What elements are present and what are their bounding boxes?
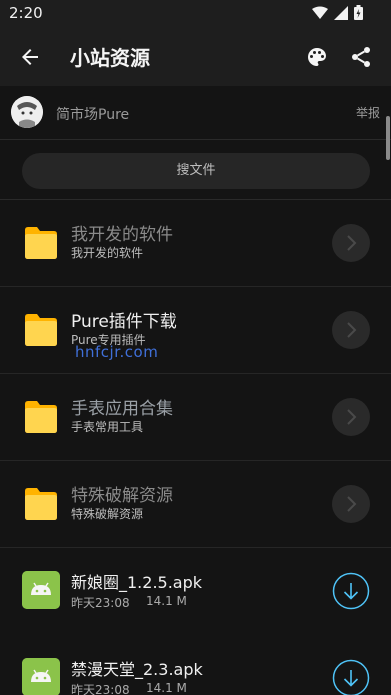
wifi-icon <box>312 6 328 19</box>
chevron-right-icon <box>347 496 357 512</box>
avatar-image <box>11 96 43 128</box>
status-bar: 2:20 <box>0 0 391 28</box>
android-apk-icon <box>22 571 60 609</box>
folder-subtitle: 手表常用工具 <box>71 420 144 434</box>
android-apk-icon <box>22 658 60 695</box>
download-icon[interactable] <box>332 659 370 695</box>
folder-subtitle: 特殊破解资源 <box>71 507 144 521</box>
open-folder-button[interactable] <box>332 398 370 436</box>
signal-icon <box>334 5 348 20</box>
folder-icon <box>25 227 57 259</box>
search-files-button[interactable]: 搜文件 <box>22 153 370 189</box>
palette-icon[interactable] <box>305 45 329 69</box>
status-time: 2:20 <box>9 4 43 22</box>
resource-list: 我开发的软件 我开发的软件 Pure插件下载 Pure专用插件 手表应用合集 手… <box>0 200 391 695</box>
file-size: 14.1 M <box>146 681 187 695</box>
file-date: 昨天23:08 <box>71 683 130 695</box>
share-icon[interactable] <box>349 45 373 69</box>
battery-icon <box>354 5 363 20</box>
open-folder-button[interactable] <box>332 311 370 349</box>
folder-title: 我开发的软件 <box>71 225 173 245</box>
file-date: 昨天23:08 <box>71 596 130 610</box>
file-name: 新娘圈_1.2.5.apk <box>71 573 203 592</box>
file-item[interactable]: 新娘圈_1.2.5.apk 昨天23:08 14.1 M <box>0 548 391 635</box>
folder-item[interactable]: 我开发的软件 我开发的软件 <box>0 200 391 287</box>
avatar[interactable] <box>11 96 43 128</box>
folder-subtitle: 我开发的软件 <box>71 246 144 260</box>
chevron-right-icon <box>347 409 357 425</box>
app-bar: 小站资源 <box>0 28 391 86</box>
chevron-right-icon <box>347 235 357 251</box>
back-arrow-icon[interactable] <box>18 45 42 69</box>
author-name[interactable]: 简市场Pure <box>56 104 129 124</box>
folder-icon <box>25 488 57 520</box>
page-title: 小站资源 <box>70 46 150 70</box>
open-folder-button[interactable] <box>332 224 370 262</box>
folder-item[interactable]: 手表应用合集 手表常用工具 <box>0 374 391 461</box>
folder-icon <box>25 314 57 346</box>
folder-title: 特殊破解资源 <box>71 486 173 506</box>
report-link[interactable]: 举报 <box>356 104 380 121</box>
folder-title: Pure插件下载 <box>71 312 177 332</box>
open-folder-button[interactable] <box>332 485 370 523</box>
folder-icon <box>25 401 57 433</box>
folder-title: 手表应用合集 <box>71 399 173 419</box>
file-size: 14.1 M <box>146 594 187 608</box>
chevron-right-icon <box>347 322 357 338</box>
download-icon[interactable] <box>332 572 370 610</box>
folder-item[interactable]: 特殊破解资源 特殊破解资源 <box>0 461 391 548</box>
author-row[interactable]: 简市场Pure 举报 <box>0 86 391 140</box>
file-item[interactable]: 禁漫天堂_2.3.apk 昨天23:08 14.1 M <box>0 635 391 695</box>
status-icons <box>312 5 363 20</box>
watermark-text: hnfcjr.com <box>75 343 159 361</box>
folder-item[interactable]: Pure插件下载 Pure专用插件 <box>0 287 391 374</box>
file-name: 禁漫天堂_2.3.apk <box>71 660 203 679</box>
scrollbar[interactable] <box>386 116 390 160</box>
search-section: 搜文件 <box>0 140 391 200</box>
